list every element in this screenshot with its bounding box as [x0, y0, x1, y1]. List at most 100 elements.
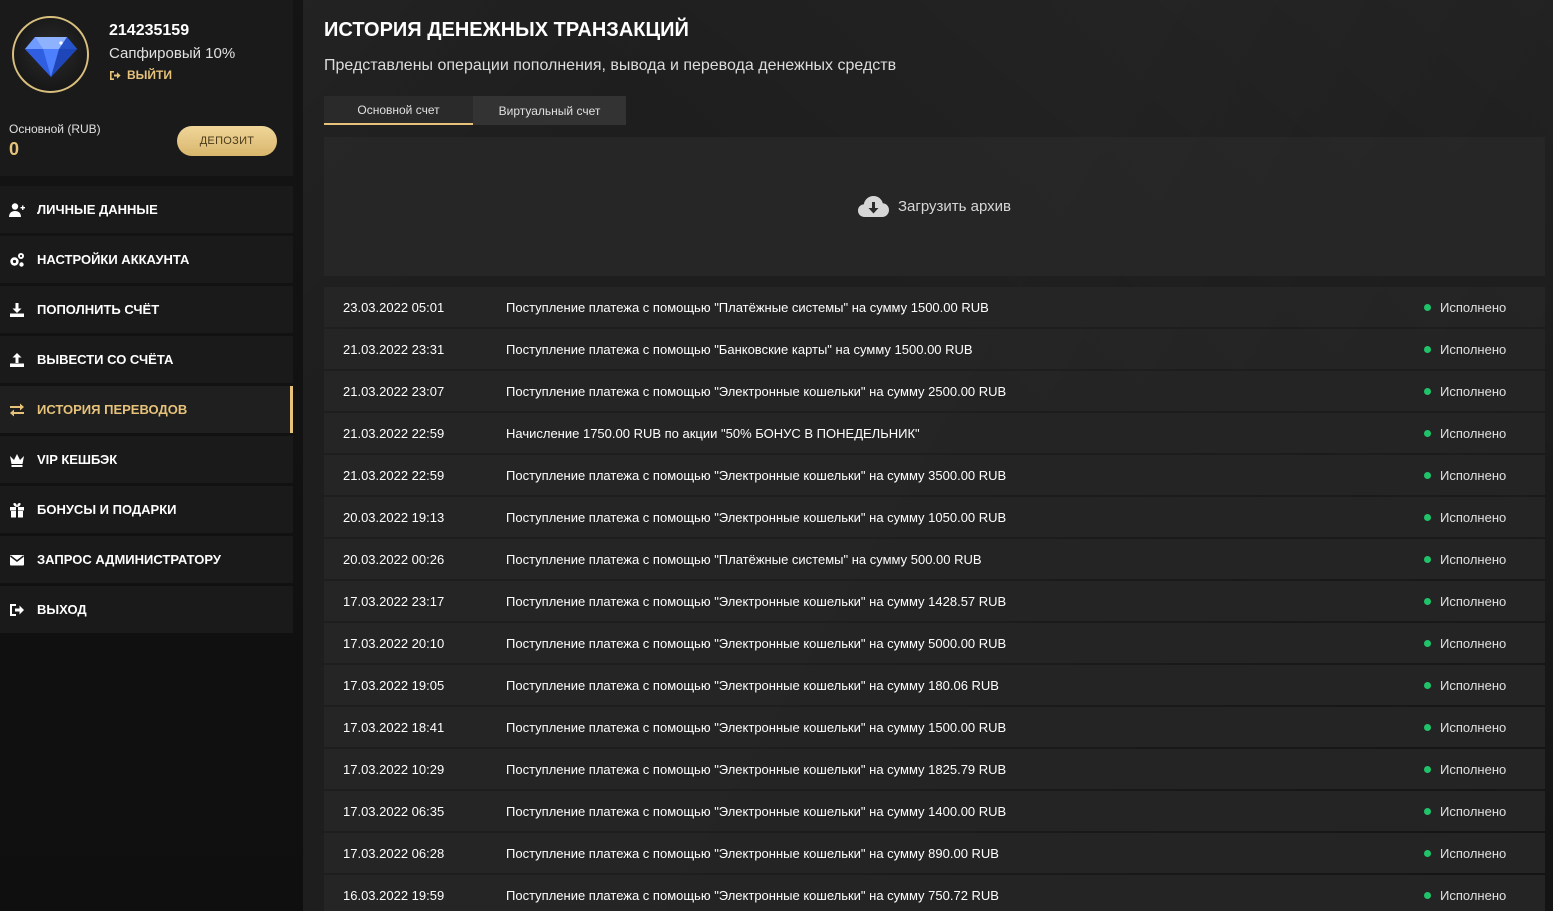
- avatar: [12, 16, 89, 93]
- sign-out-icon: [110, 70, 121, 80]
- tx-status: Исполнено: [1424, 804, 1545, 819]
- upload-icon: [8, 351, 26, 369]
- sidebar-item-deposit[interactable]: ПОПОЛНИТЬ СЧЁТ: [0, 286, 293, 333]
- tx-description: Поступление платежа с помощью "Электронн…: [506, 719, 1007, 735]
- tx-status: Исполнено: [1424, 594, 1545, 609]
- crown-icon: [8, 451, 26, 469]
- envelope-icon: [8, 551, 26, 569]
- sidebar-item-personal-data[interactable]: ЛИЧНЫЕ ДАННЫЕ: [0, 186, 293, 233]
- sidebar-item-label: ВЫВЕСТИ СО СЧЁТА: [37, 352, 174, 367]
- status-dot-icon: [1424, 681, 1431, 689]
- status-dot-icon: [1424, 555, 1431, 563]
- sidebar-item-vip-cashback[interactable]: VIP КЕШБЭК: [0, 436, 293, 483]
- transactions-list: 23.03.2022 05:01 Поступление платежа с п…: [324, 287, 1545, 911]
- tx-date: 17.03.2022 18:41: [343, 719, 445, 735]
- table-row: 17.03.2022 06:35 Поступление платежа с п…: [324, 791, 1545, 831]
- tx-date: 20.03.2022 00:26: [343, 551, 445, 567]
- tx-status-label: Исполнено: [1440, 635, 1507, 651]
- tx-status-label: Исполнено: [1440, 341, 1507, 357]
- user-id: 214235159: [109, 22, 190, 39]
- table-row: 17.03.2022 20:10 Поступление платежа с п…: [324, 623, 1545, 663]
- sidebar-menu: ЛИЧНЫЕ ДАННЫЕ НАСТРОЙКИ АККАУНТА ПОПОЛНИ…: [0, 186, 293, 636]
- tx-status: Исполнено: [1424, 762, 1545, 777]
- tx-description: Начисление 1750.00 RUB по акции "50% БОН…: [506, 425, 920, 441]
- tx-description: Поступление платежа с помощью "Электронн…: [506, 509, 1007, 525]
- status-dot-icon: [1424, 765, 1431, 773]
- sidebar-item-label: БОНУСЫ И ПОДАРКИ: [37, 502, 177, 517]
- tx-status: Исполнено: [1424, 720, 1545, 735]
- logout-link[interactable]: ВЫЙТИ: [109, 68, 172, 82]
- tx-status: Исполнено: [1424, 468, 1545, 483]
- status-dot-icon: [1424, 723, 1431, 731]
- status-dot-icon: [1424, 303, 1431, 311]
- exchange-icon: [8, 401, 26, 419]
- sidebar-item-account-settings[interactable]: НАСТРОЙКИ АККАУНТА: [0, 236, 293, 283]
- deposit-button[interactable]: ДЕПОЗИТ: [177, 126, 277, 156]
- tx-status: Исполнено: [1424, 510, 1545, 525]
- tx-description: Поступление платежа с помощью "Электронн…: [506, 761, 1007, 777]
- sidebar-item-withdraw[interactable]: ВЫВЕСТИ СО СЧЁТА: [0, 336, 293, 383]
- status-dot-icon: [1424, 429, 1431, 437]
- download-icon: [8, 301, 26, 319]
- user-level: Сапфировый 10%: [109, 45, 236, 62]
- tx-date: 21.03.2022 22:59: [343, 467, 445, 483]
- tab-main-account[interactable]: Основной счет: [324, 96, 473, 125]
- status-dot-icon: [1424, 639, 1431, 647]
- download-archive-button[interactable]: Загрузить архив: [857, 195, 1011, 219]
- sidebar-item-label: ИСТОРИЯ ПЕРЕВОДОВ: [37, 402, 188, 417]
- tx-description: Поступление платежа с помощью "Электронн…: [506, 887, 999, 903]
- table-row: 17.03.2022 19:05 Поступление платежа с п…: [324, 665, 1545, 705]
- logout-label: ВЫЙТИ: [127, 68, 172, 82]
- table-row: 21.03.2022 22:59 Начисление 1750.00 RUB …: [324, 413, 1545, 453]
- tx-date: 17.03.2022 19:05: [343, 677, 445, 693]
- table-row: 17.03.2022 18:41 Поступление платежа с п…: [324, 707, 1545, 747]
- tx-status-label: Исполнено: [1440, 467, 1507, 483]
- tx-date: 17.03.2022 10:29: [343, 761, 445, 777]
- status-dot-icon: [1424, 471, 1431, 479]
- tx-date: 17.03.2022 06:35: [343, 803, 445, 819]
- tab-virtual-account[interactable]: Виртуальный счет: [473, 96, 626, 125]
- page-subtitle: Представлены операции пополнения, вывода…: [324, 57, 897, 74]
- sidebar-item-transfer-history[interactable]: ИСТОРИЯ ПЕРЕВОДОВ: [0, 386, 293, 433]
- tx-status-label: Исполнено: [1440, 593, 1507, 609]
- table-row: 17.03.2022 06:28 Поступление платежа с п…: [324, 833, 1545, 873]
- status-dot-icon: [1424, 345, 1431, 353]
- sidebar-item-label: НАСТРОЙКИ АККАУНТА: [37, 252, 190, 267]
- sidebar: 214235159 Сапфировый 10% ВЫЙТИ Основной …: [0, 0, 303, 911]
- account-tabs: Основной счет Виртуальный счет: [324, 96, 626, 125]
- tx-description: Поступление платежа с помощью "Электронн…: [506, 803, 1007, 819]
- tx-description: Поступление платежа с помощью "Электронн…: [506, 677, 999, 693]
- page-title: ИСТОРИЯ ДЕНЕЖНЫХ ТРАНЗАКЦИЙ: [324, 19, 689, 41]
- table-row: 20.03.2022 00:26 Поступление платежа с п…: [324, 539, 1545, 579]
- sidebar-item-admin-request[interactable]: ЗАПРОС АДМИНИСТРАТОРУ: [0, 536, 293, 583]
- sidebar-item-label: ЛИЧНЫЕ ДАННЫЕ: [37, 202, 158, 217]
- sidebar-item-exit[interactable]: ВЫХОД: [0, 586, 293, 633]
- tx-date: 23.03.2022 05:01: [343, 299, 445, 315]
- sidebar-item-bonuses[interactable]: БОНУСЫ И ПОДАРКИ: [0, 486, 293, 533]
- table-row: 21.03.2022 23:31 Поступление платежа с п…: [324, 329, 1545, 369]
- sidebar-item-label: ВЫХОД: [37, 602, 87, 617]
- tx-date: 21.03.2022 23:07: [343, 383, 445, 399]
- cloud-download-icon: [857, 195, 889, 217]
- tx-status-label: Исполнено: [1440, 383, 1507, 399]
- tx-date: 17.03.2022 20:10: [343, 635, 445, 651]
- tx-status-label: Исполнено: [1440, 551, 1507, 567]
- tx-description: Поступление платежа с помощью "Платёжные…: [506, 299, 989, 315]
- tx-date: 17.03.2022 23:17: [343, 593, 445, 609]
- balance-label: Основной (RUB): [9, 122, 101, 136]
- status-dot-icon: [1424, 513, 1431, 521]
- tx-description: Поступление платежа с помощью "Электронн…: [506, 635, 1007, 651]
- tx-status-label: Исполнено: [1440, 803, 1507, 819]
- tx-status: Исполнено: [1424, 636, 1545, 651]
- tx-description: Поступление платежа с помощью "Электронн…: [506, 467, 1007, 483]
- status-dot-icon: [1424, 849, 1431, 857]
- table-row: 17.03.2022 23:17 Поступление платежа с п…: [324, 581, 1545, 621]
- tx-status-label: Исполнено: [1440, 719, 1507, 735]
- sign-out-icon: [8, 601, 26, 619]
- tx-status-label: Исполнено: [1440, 299, 1507, 315]
- tx-status-label: Исполнено: [1440, 425, 1507, 441]
- tx-date: 16.03.2022 19:59: [343, 887, 445, 903]
- user-plus-icon: [8, 201, 26, 219]
- tx-description: Поступление платежа с помощью "Электронн…: [506, 383, 1007, 399]
- tx-status: Исполнено: [1424, 552, 1545, 567]
